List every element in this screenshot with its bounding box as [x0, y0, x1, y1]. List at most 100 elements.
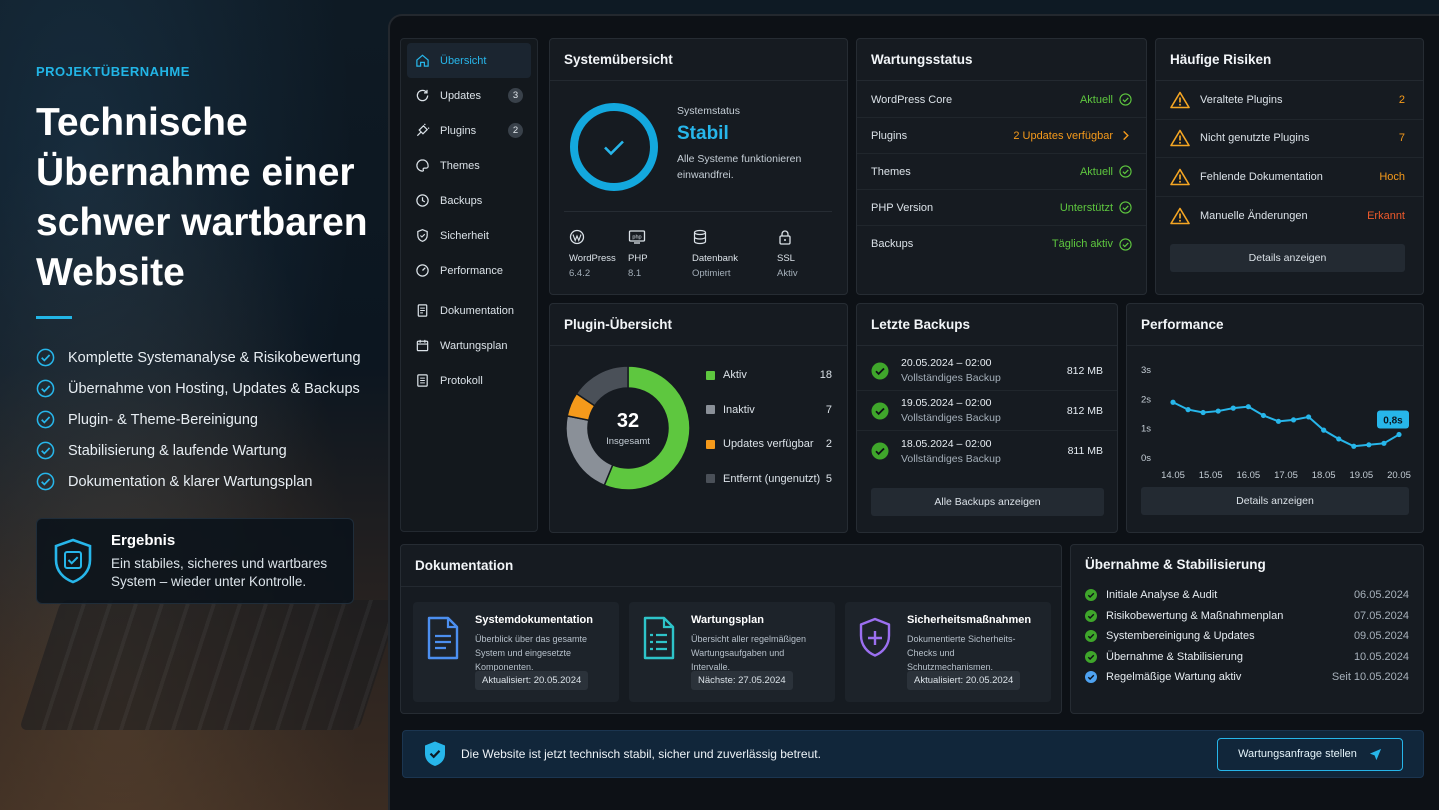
check-circle-icon	[1119, 201, 1132, 214]
status-row[interactable]: Plugins 2 Updates verfügbar	[857, 118, 1146, 154]
data-point	[1351, 443, 1357, 449]
backup-row: 19.05.2024 – 02:00 Vollständiges Backup 81…	[857, 391, 1117, 431]
bullet-text: Komplette Systemanalyse & Risikobewertun…	[68, 349, 361, 366]
sidebar-item-dokumentation[interactable]: Dokumentation	[407, 293, 531, 328]
check-circle-icon	[1085, 609, 1097, 622]
plugin-overview-card: Plugin-Übersicht 32 Insgesamt Aktiv 18 In…	[549, 303, 848, 533]
data-point	[1245, 404, 1251, 410]
row-label: WordPress Core	[871, 93, 953, 106]
sidebar-item-themes[interactable]: Themes	[407, 148, 531, 183]
stat-wordpress: WordPress 6.4.2	[569, 229, 616, 279]
svg-text:php: php	[632, 235, 641, 241]
legend-item: Inaktiv 7	[706, 393, 832, 428]
milestone-item: Risikobewertung & Maßnahmenplan 07.05.202…	[1071, 606, 1423, 627]
wordpress-icon	[569, 229, 585, 245]
legend-value: 2	[825, 438, 832, 451]
php-icon: php	[628, 230, 646, 244]
sidebar-item-updates[interactable]: Updates 3	[407, 78, 531, 113]
row-value: Erkannt	[1367, 209, 1405, 222]
backup-type: Vollständiges Backup	[901, 412, 1001, 424]
bullet-item: Dokumentation & klarer Wartungsplan	[36, 466, 361, 497]
x-tick-label: 20.05	[1387, 470, 1411, 481]
legend-item: Updates verfügbar 2	[706, 427, 832, 462]
stat-datenbank: Datenbank Optimiert	[692, 229, 738, 279]
count-badge: 2	[508, 123, 523, 138]
result-title: Ergebnis	[111, 531, 176, 549]
backup-list: 20.05.2024 – 02:00 Vollständiges Backup 81…	[857, 346, 1117, 471]
data-point	[1321, 427, 1327, 433]
callout-label: 0,8s	[1383, 416, 1403, 427]
donut-total-label: Insgesamt	[606, 436, 650, 447]
risk-list: Veraltete Plugins 2 Nicht genutzte Plugin…	[1156, 81, 1423, 235]
sidebar-item-label: Plugins	[440, 124, 477, 137]
sidebar-item-performance[interactable]: Performance	[407, 253, 531, 288]
check-circle-icon	[1119, 93, 1132, 106]
shield-check-icon	[54, 538, 92, 584]
bullet-item: Stabilisierung & laufende Wartung	[36, 435, 361, 466]
y-tick-label: 1s	[1141, 424, 1151, 435]
backup-row: 20.05.2024 – 02:00 Vollständiges Backup 81…	[857, 351, 1117, 391]
refresh-icon	[416, 89, 429, 102]
sidebar-item-label: Updates	[440, 89, 481, 102]
sidebar-item-wartungsplan[interactable]: Wartungsplan	[407, 328, 531, 363]
all-backups-button[interactable]: Alle Backups anzeigen	[871, 488, 1104, 516]
row-value: 7	[1398, 132, 1405, 145]
sidebar-item-sicherheit[interactable]: Sicherheit	[407, 218, 531, 253]
doc-item-wartungsplan[interactable]: Wartungsplan Übersicht aller regelmäßige…	[629, 602, 835, 702]
result-text: Ein stabiles, sicheres und wartbares Sys…	[111, 555, 328, 589]
backup-type: Vollständiges Backup	[901, 372, 1001, 384]
doc-text: Überblick über das gesamte System und ei…	[475, 634, 588, 672]
maintenance-request-button[interactable]: Wartungsanfrage stellen	[1217, 737, 1403, 771]
plug-icon	[416, 123, 430, 137]
status-row: Themes Aktuell	[857, 154, 1146, 190]
legend-label: Entfernt (ungenutzt)	[723, 472, 821, 485]
bullet-item: Komplette Systemanalyse & Risikobewertun…	[36, 342, 361, 373]
x-tick-label: 18.05	[1312, 470, 1336, 481]
value-callout: 0,8s	[1377, 410, 1409, 429]
check-circle-icon	[36, 472, 55, 491]
sidebar-item-protokoll[interactable]: Protokoll	[407, 363, 531, 398]
doc-item-sicherheitsmassnahmen[interactable]: Sicherheitsmaßnahmen Dokumentierte Siche…	[845, 602, 1051, 702]
stat-label: Datenbank	[692, 253, 738, 264]
data-point	[1290, 417, 1297, 423]
sidebar-item-label: Wartungsplan	[440, 339, 508, 352]
sidebar-item-label: Themes	[440, 159, 480, 172]
backup-size: 812 MB	[1066, 404, 1103, 417]
sidebar-item-uebersicht[interactable]: Übersicht	[407, 43, 531, 78]
doc-text: Übersicht aller regelmäßigen Wartungsauf…	[691, 634, 807, 672]
legend-label: Updates verfügbar	[723, 438, 814, 451]
risks-details-button[interactable]: Details anzeigen	[1170, 244, 1405, 272]
database-icon	[693, 229, 707, 245]
shield-plus-icon	[859, 617, 891, 657]
lock-icon	[779, 230, 791, 245]
card-title: Häufige Risiken	[1156, 39, 1423, 81]
sidebar-item-label: Sicherheit	[440, 229, 489, 242]
legend-item: Entfernt (ungenutzt) 5	[706, 462, 832, 497]
risk-row: Nicht genutzte Plugins 7	[1156, 120, 1423, 158]
sidebar-item-backups[interactable]: Backups	[407, 183, 531, 218]
check-circle-icon	[871, 362, 889, 379]
bullet-text: Plugin- & Theme-Bereinigung	[68, 411, 258, 428]
backup-date: 18.05.2024 – 02:00	[901, 437, 992, 450]
backup-size: 811 MB	[1067, 445, 1103, 457]
doc-item-systemdokumentation[interactable]: Systemdokumentation Überblick über das g…	[413, 602, 619, 702]
sidebar-item-plugins[interactable]: Plugins 2	[407, 113, 531, 148]
backup-date: 20.05.2024 – 02:00	[901, 357, 992, 369]
x-tick-label: 17.05	[1274, 470, 1298, 481]
check-circle-icon	[1085, 630, 1097, 643]
performance-details-button[interactable]: Details anzeigen	[1141, 487, 1409, 515]
row-label: PHP Version	[871, 201, 934, 214]
performance-series-line	[1172, 401, 1400, 448]
card-title: Performance	[1127, 304, 1423, 346]
sidebar: Übersicht Updates 3 Plugins 2 Themes Bac…	[400, 38, 538, 532]
x-tick-label: 15.05	[1199, 470, 1223, 481]
check-circle-icon	[1119, 165, 1132, 178]
milestone-date: 06.05.2024	[1353, 589, 1409, 602]
check-circle-icon	[871, 402, 889, 419]
status-row: WordPress Core Aktuell	[857, 82, 1146, 118]
stat-label: SSL	[777, 253, 795, 264]
milestone-item: Regelmäßige Wartung aktiv Seit 10.05.2024	[1071, 667, 1423, 688]
warning-icon	[1170, 207, 1190, 225]
chevron-right-icon	[1123, 130, 1129, 141]
bullet-text: Übernahme von Hosting, Updates & Backups	[68, 380, 360, 397]
